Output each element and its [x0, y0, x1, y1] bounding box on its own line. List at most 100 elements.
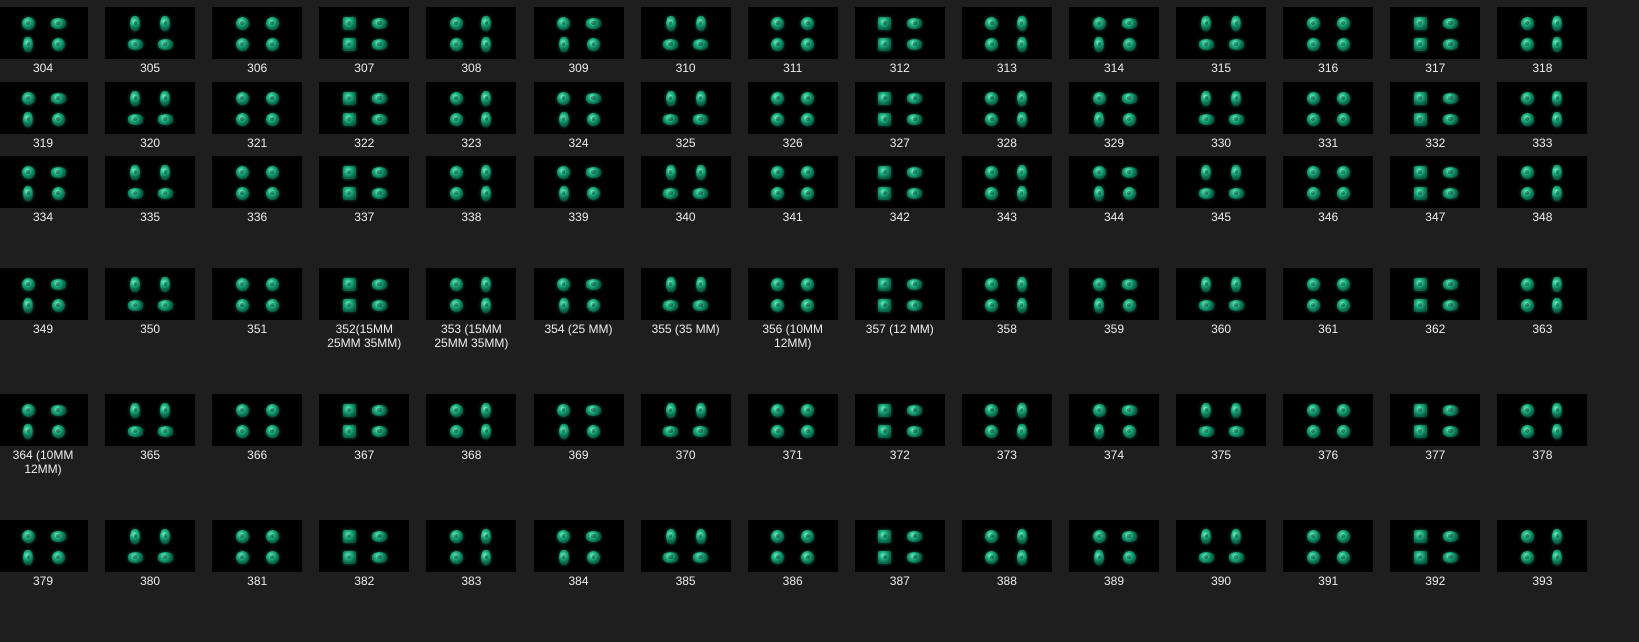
file-item[interactable]: 372: [844, 394, 956, 462]
bead-icon: [21, 529, 35, 543]
file-item[interactable]: 315: [1165, 7, 1277, 75]
file-item[interactable]: 346: [1272, 156, 1384, 224]
file-item[interactable]: 351: [201, 268, 313, 336]
file-item[interactable]: 311: [737, 7, 849, 75]
file-item[interactable]: 318: [1486, 7, 1598, 75]
bead-icon: [342, 298, 356, 312]
file-item[interactable]: 382: [308, 520, 420, 588]
file-item[interactable]: 388: [951, 520, 1063, 588]
file-item[interactable]: 361: [1272, 268, 1384, 336]
file-item[interactable]: 383: [415, 520, 527, 588]
file-item[interactable]: 363: [1486, 268, 1598, 336]
file-item[interactable]: 324: [523, 82, 635, 150]
file-item[interactable]: 374: [1058, 394, 1170, 462]
file-label: 376: [1318, 448, 1339, 462]
file-item[interactable]: 357 (12 MM): [844, 268, 956, 336]
file-item[interactable]: 377: [1379, 394, 1491, 462]
bead-icon: [771, 16, 785, 30]
bead-icon: [265, 91, 279, 105]
file-item[interactable]: 306: [201, 7, 313, 75]
file-item[interactable]: 369: [523, 394, 635, 462]
file-item[interactable]: 367: [308, 394, 420, 462]
file-item[interactable]: 368: [415, 394, 527, 462]
file-item[interactable]: 365: [94, 394, 206, 462]
file-item[interactable]: 304: [0, 7, 99, 75]
file-item[interactable]: 323: [415, 82, 527, 150]
file-item[interactable]: 334: [0, 156, 99, 224]
file-item[interactable]: 317: [1379, 7, 1491, 75]
file-item[interactable]: 340: [630, 156, 742, 224]
file-item[interactable]: 359: [1058, 268, 1170, 336]
file-item[interactable]: 362: [1379, 268, 1491, 336]
file-item[interactable]: 356 (10MM 12MM): [737, 268, 849, 350]
file-item[interactable]: 391: [1272, 520, 1384, 588]
file-item[interactable]: 307: [308, 7, 420, 75]
file-item[interactable]: 308: [415, 7, 527, 75]
file-item[interactable]: 378: [1486, 394, 1598, 462]
file-item[interactable]: 314: [1058, 7, 1170, 75]
file-item[interactable]: 329: [1058, 82, 1170, 150]
file-item[interactable]: 331: [1272, 82, 1384, 150]
file-item[interactable]: 389: [1058, 520, 1170, 588]
file-item[interactable]: 381: [201, 520, 313, 588]
file-item[interactable]: 371: [737, 394, 849, 462]
file-item[interactable]: 339: [523, 156, 635, 224]
file-item[interactable]: 322: [308, 82, 420, 150]
file-item[interactable]: 379: [0, 520, 99, 588]
file-item[interactable]: 390: [1165, 520, 1277, 588]
file-item[interactable]: 387: [844, 520, 956, 588]
file-item[interactable]: 341: [737, 156, 849, 224]
file-item[interactable]: 305: [94, 7, 206, 75]
file-item[interactable]: 355 (35 MM): [630, 268, 742, 336]
bead-icon: [1306, 112, 1320, 126]
bead-icon: [449, 424, 463, 438]
file-item[interactable]: 332: [1379, 82, 1491, 150]
file-item[interactable]: 349: [0, 268, 99, 336]
file-item[interactable]: 347: [1379, 156, 1491, 224]
file-item[interactable]: 373: [951, 394, 1063, 462]
file-item[interactable]: 384: [523, 520, 635, 588]
file-item[interactable]: 386: [737, 520, 849, 588]
file-item[interactable]: 350: [94, 268, 206, 336]
file-item[interactable]: 380: [94, 520, 206, 588]
file-item[interactable]: 320: [94, 82, 206, 150]
file-item[interactable]: 325: [630, 82, 742, 150]
file-item[interactable]: 353 (15MM 25MM 35MM): [415, 268, 527, 350]
file-item[interactable]: 358: [951, 268, 1063, 336]
file-item[interactable]: 327: [844, 82, 956, 150]
file-item[interactable]: 345: [1165, 156, 1277, 224]
file-item[interactable]: 385: [630, 520, 742, 588]
file-item[interactable]: 344: [1058, 156, 1170, 224]
file-item[interactable]: 328: [951, 82, 1063, 150]
file-item[interactable]: 352(15MM 25MM 35MM): [308, 268, 420, 350]
file-item[interactable]: 392: [1379, 520, 1491, 588]
file-item[interactable]: 330: [1165, 82, 1277, 150]
bead-icon: [1552, 549, 1563, 565]
file-item[interactable]: 366: [201, 394, 313, 462]
file-item[interactable]: 337: [308, 156, 420, 224]
file-item[interactable]: 316: [1272, 7, 1384, 75]
file-item[interactable]: 313: [951, 7, 1063, 75]
file-item[interactable]: 343: [951, 156, 1063, 224]
file-item[interactable]: 376: [1272, 394, 1384, 462]
file-item[interactable]: 338: [415, 156, 527, 224]
file-item[interactable]: 360: [1165, 268, 1277, 336]
file-item[interactable]: 354 (25 MM): [523, 268, 635, 336]
file-item[interactable]: 375: [1165, 394, 1277, 462]
file-item[interactable]: 326: [737, 82, 849, 150]
file-item[interactable]: 348: [1486, 156, 1598, 224]
file-item[interactable]: 319: [0, 82, 99, 150]
file-item[interactable]: 312: [844, 7, 956, 75]
file-item[interactable]: 336: [201, 156, 313, 224]
file-item[interactable]: 364 (10MM 12MM): [0, 394, 99, 476]
file-item[interactable]: 370: [630, 394, 742, 462]
file-item[interactable]: 333: [1486, 82, 1598, 150]
file-item[interactable]: 310: [630, 7, 742, 75]
bead-icon: [907, 404, 923, 416]
file-item[interactable]: 309: [523, 7, 635, 75]
file-item[interactable]: 393: [1486, 520, 1598, 588]
file-item[interactable]: 342: [844, 156, 956, 224]
bead-icon: [21, 165, 35, 179]
file-item[interactable]: 321: [201, 82, 313, 150]
file-item[interactable]: 335: [94, 156, 206, 224]
